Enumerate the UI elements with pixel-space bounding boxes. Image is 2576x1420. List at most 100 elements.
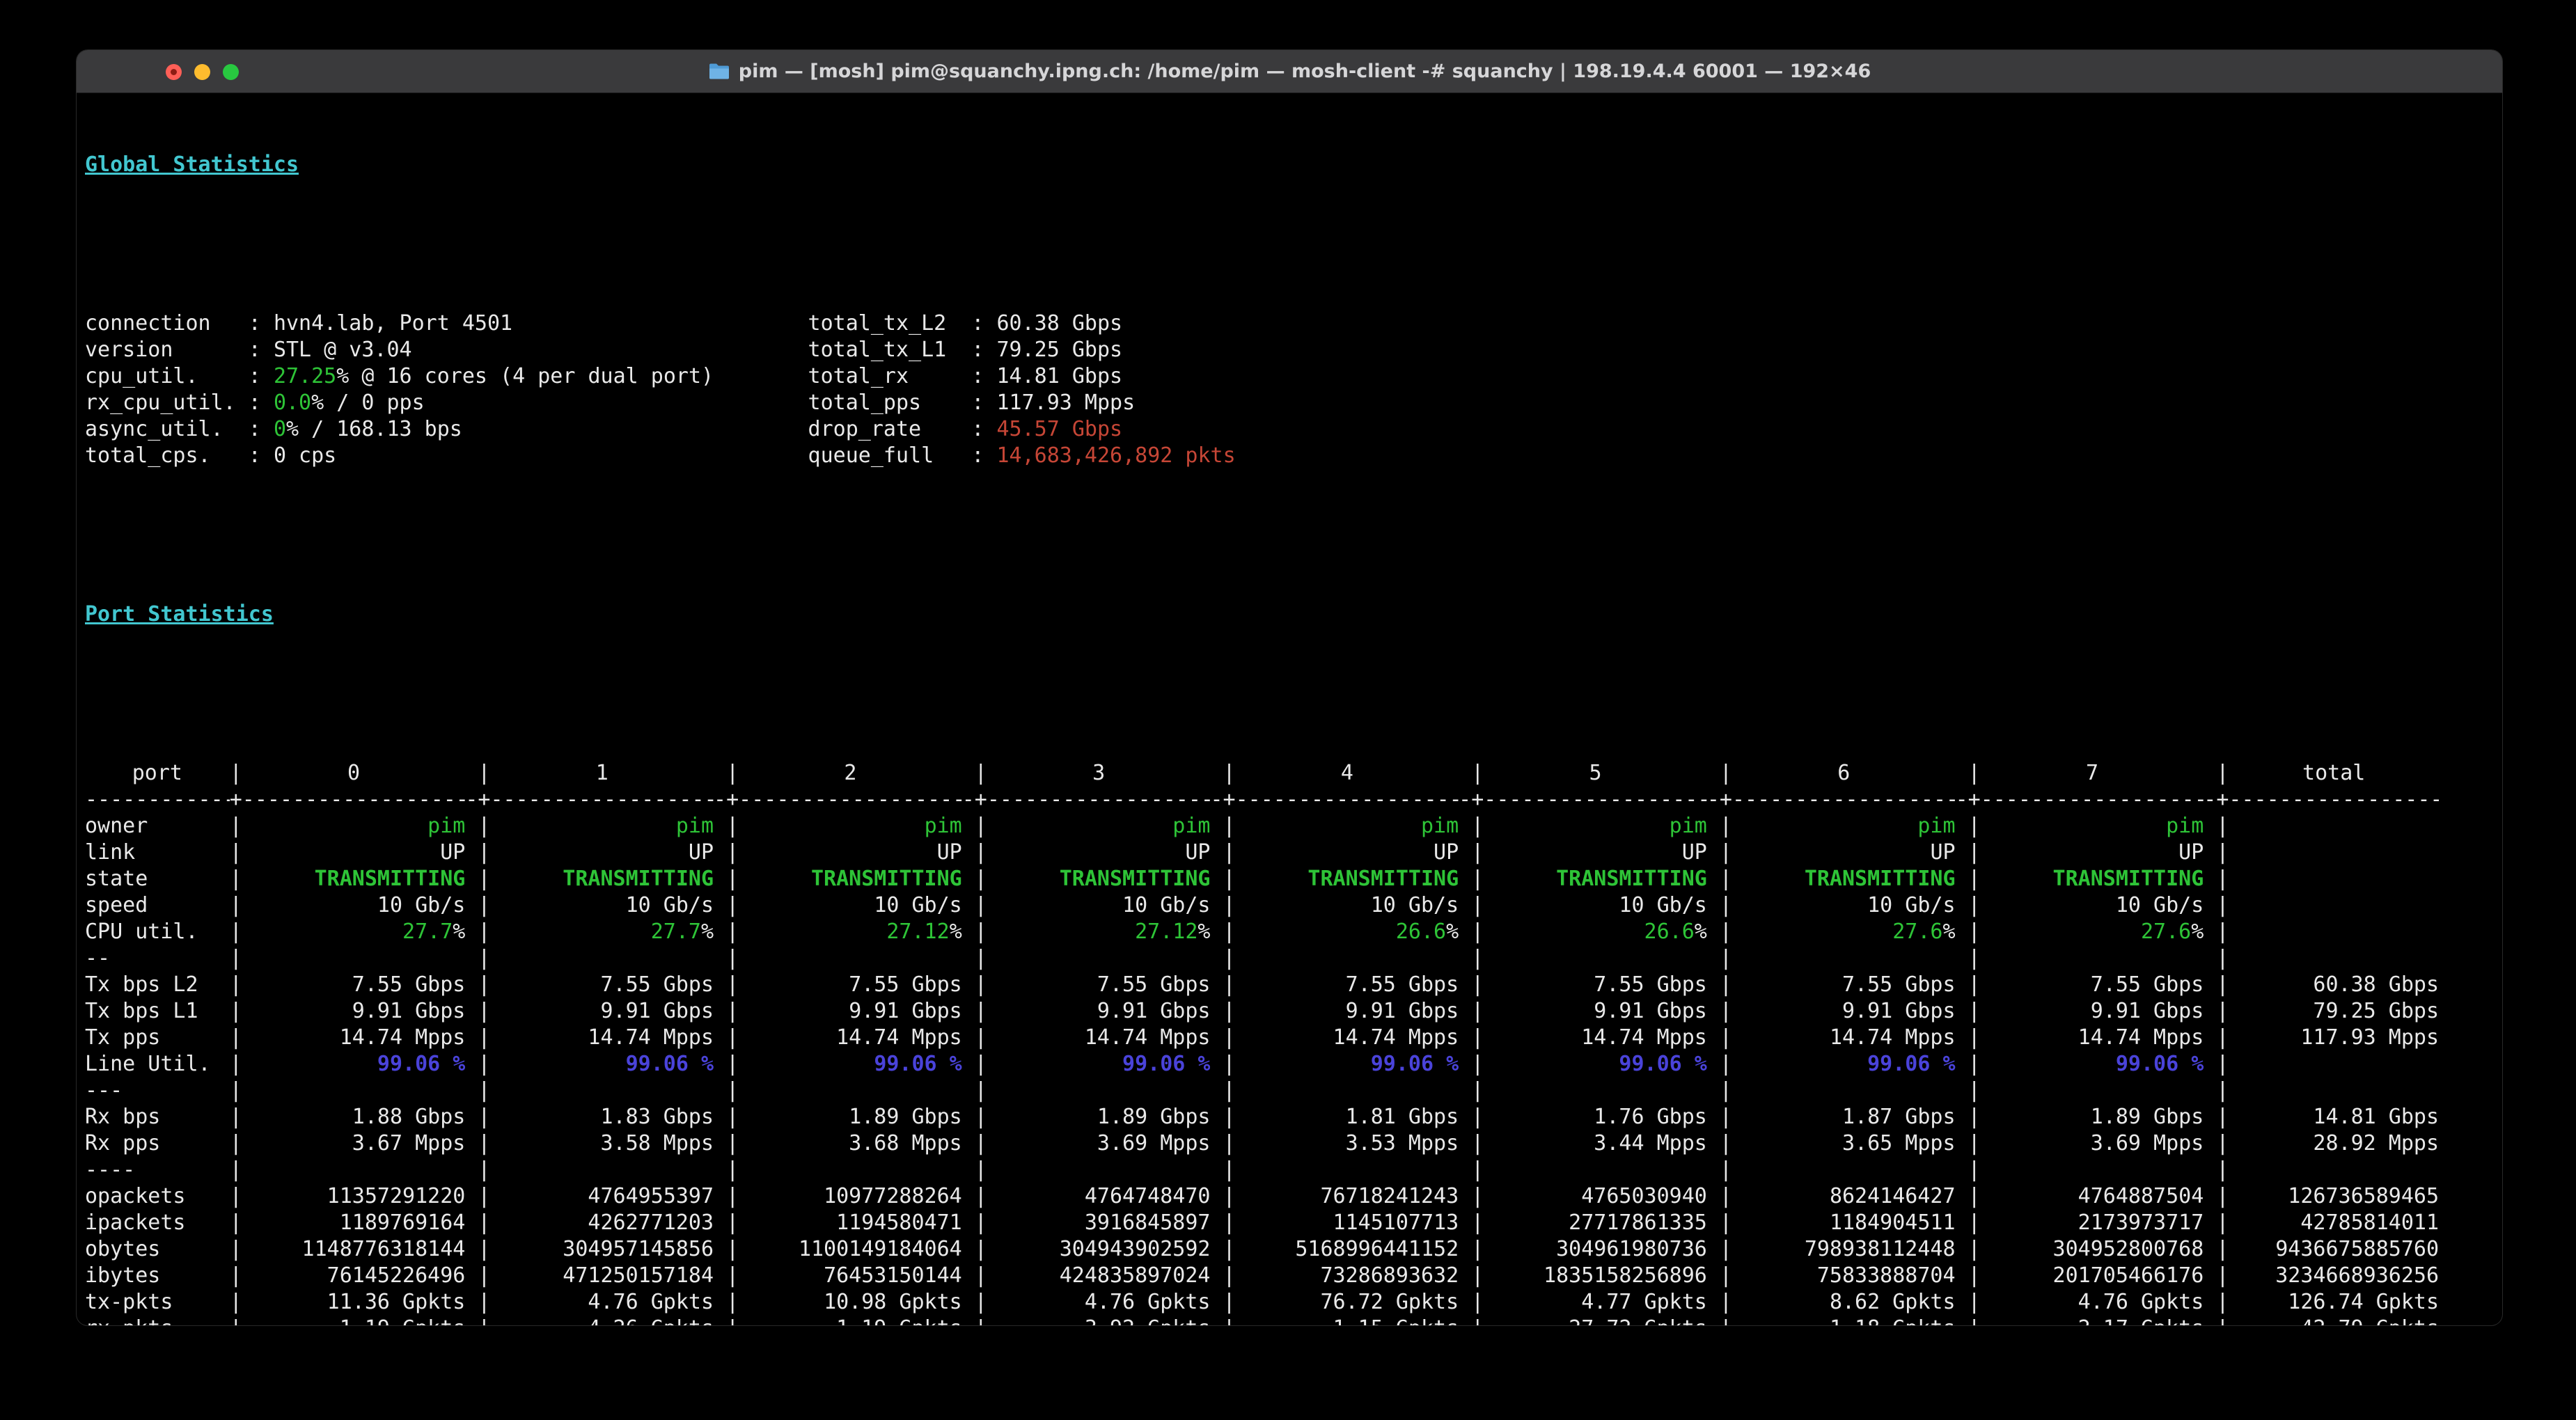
stat-value: 14,683,426,892 pkts	[996, 443, 1235, 468]
table-cell: 14.74 Mpps	[1981, 1025, 2204, 1051]
table-cell: 3.67 Mpps	[242, 1130, 466, 1157]
table-cell: TRANSMITTING	[1981, 866, 2204, 892]
window-titlebar[interactable]: pim — [mosh] pim@squanchy.ipng.ch: /home…	[77, 50, 2502, 93]
column-separator: |	[230, 814, 242, 838]
table-cell: 10 Gb/s	[242, 892, 466, 919]
cell-value: 9.91 Gbps	[1346, 999, 1459, 1023]
cell-value: 99.06 %	[1122, 1052, 1210, 1076]
cell-value: pim	[925, 814, 962, 838]
cell-value: 27.12	[1135, 920, 1197, 944]
column-separator: |	[2204, 1184, 2229, 1208]
cell-unit: %	[1943, 920, 1956, 944]
port-table: port|0 |1 |2 |3 |4 |5 |6 |7 |total------…	[85, 760, 2502, 1325]
column-header: 6	[1732, 760, 1956, 787]
table-row: CPU util.|27.7% |27.7% |27.12% |27.12% |…	[85, 919, 2502, 945]
table-cell-total: 3234668936256	[2229, 1263, 2439, 1289]
heading-line: Global Statistics	[85, 152, 2502, 178]
column-separator: |	[714, 1210, 739, 1235]
column-header: 4	[1236, 760, 1459, 787]
stat-label: total_tx_L1 :	[808, 338, 997, 362]
column-separator: |	[230, 761, 242, 785]
row-label: ibytes	[85, 1263, 230, 1289]
cell-value: 1.19 Gpkts	[340, 1316, 466, 1325]
cell-value: 471250157184	[563, 1263, 714, 1288]
cell-value: TRANSMITTING	[315, 867, 466, 891]
table-cell-total: 28.92 Mpps	[2229, 1130, 2439, 1157]
column-separator: |	[714, 1025, 739, 1050]
minimize-button[interactable]	[194, 64, 210, 80]
table-cell: 26.6%	[1236, 919, 1459, 945]
close-button[interactable]	[166, 64, 182, 80]
column-separator: |	[962, 814, 987, 838]
column-separator: |	[1210, 761, 1235, 785]
column-separator: |	[1707, 893, 1732, 917]
cell-value: 11.36 Gpkts	[327, 1290, 466, 1314]
column-separator: |	[230, 893, 242, 917]
table-cell: 10 Gb/s	[1981, 892, 2204, 919]
column-separator: |	[230, 1184, 242, 1208]
table-cell: 1145107713	[1236, 1210, 1459, 1236]
table-cell: 76453150144	[739, 1263, 962, 1289]
table-cell: 1.19 Gpkts	[242, 1316, 466, 1325]
cell-value: 14.74 Mpps	[1333, 1025, 1459, 1050]
table-cell: 76718241243	[1236, 1183, 1459, 1210]
stat-value: % / 0 pps	[311, 390, 425, 415]
zoom-button[interactable]	[223, 64, 239, 80]
cell-value: 3.58 Mpps	[600, 1131, 714, 1155]
column-separator: |	[1459, 1316, 1484, 1325]
table-row: ibytes|76145226496 |471250157184 |764531…	[85, 1263, 2502, 1289]
column-separator: |	[714, 867, 739, 891]
column-separator: |	[962, 999, 987, 1023]
stat-line: total_cps. : 0 cpsqueue_full : 14,683,42…	[85, 443, 2502, 469]
cell-value: UP	[1434, 840, 1459, 865]
port-stats-heading: Port Statistics	[85, 602, 274, 626]
row-label: owner	[85, 813, 230, 839]
column-separator: |	[230, 1078, 242, 1103]
column-separator: |	[1707, 867, 1732, 891]
column-separator: |	[230, 1105, 242, 1129]
column-separator: |	[2204, 761, 2229, 785]
table-cell: 10.98 Gpkts	[739, 1289, 962, 1316]
cell-value: 14.74 Mpps	[588, 1025, 714, 1050]
column-separator: |	[230, 946, 242, 970]
separator-cross: -+	[714, 787, 739, 812]
cell-value: TRANSMITTING	[1060, 867, 1211, 891]
cell-value: 4764748470	[1085, 1184, 1211, 1208]
column-separator: |	[1707, 1131, 1732, 1155]
stat-line: version : STL @ v3.04total_tx_L1 : 79.25…	[85, 337, 2502, 363]
table-row: state|TRANSMITTING |TRANSMITTING |TRANSM…	[85, 866, 2502, 892]
cell-value: pim	[2166, 814, 2204, 838]
column-separator: |	[962, 1184, 987, 1208]
cell-value: 99.06 %	[1619, 1052, 1706, 1076]
separator-dashes: -------------	[85, 787, 230, 813]
column-separator: |	[962, 840, 987, 865]
cell-value: 9.91 Gbps	[1594, 999, 1707, 1023]
column-separator: |	[714, 920, 739, 944]
table-cell: TRANSMITTING	[1732, 866, 1956, 892]
table-cell: 304957145856	[490, 1236, 714, 1263]
table-cell: 4.76 Gpkts	[1981, 1289, 2204, 1316]
column-separator: |	[962, 867, 987, 891]
row-label: Tx bps L2	[85, 972, 230, 998]
column-separator: |	[714, 1184, 739, 1208]
table-cell: pim	[987, 813, 1211, 839]
table-cell: 1194580471	[739, 1210, 962, 1236]
table-cell: 4764955397	[490, 1183, 714, 1210]
table-cell: 2173973717	[1981, 1210, 2204, 1236]
stat-value: STL @ v3.04	[274, 338, 412, 362]
stat-value: 0.0	[274, 390, 311, 415]
table-cell: 14.74 Mpps	[739, 1025, 962, 1051]
window-title-wrap: pim — [mosh] pim@squanchy.ipng.ch: /home…	[708, 50, 1871, 93]
table-cell-total: 126736589465	[2229, 1183, 2439, 1210]
row-label: link	[85, 839, 230, 866]
column-separator: |	[714, 1078, 739, 1103]
cell-value: 99.06 %	[874, 1052, 961, 1076]
cell-value: 10 Gb/s	[377, 893, 465, 917]
cell-value: 14.74 Mpps	[1830, 1025, 1956, 1050]
cell-value: 14.74 Mpps	[836, 1025, 962, 1050]
column-separator: |	[962, 1052, 987, 1076]
cell-value: 10 Gb/s	[1867, 893, 1955, 917]
column-separator: |	[2204, 920, 2229, 944]
table-cell: 10 Gb/s	[1484, 892, 1707, 919]
cell-value: 27.7	[651, 920, 701, 944]
